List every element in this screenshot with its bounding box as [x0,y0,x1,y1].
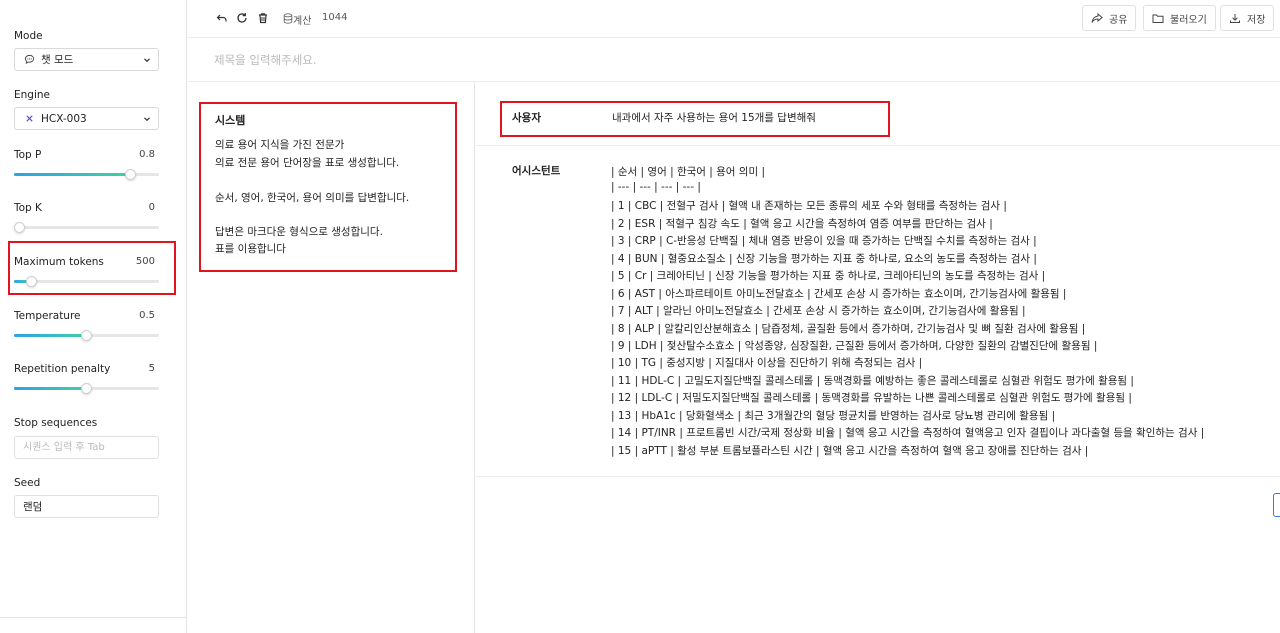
trash-icon[interactable] [256,11,270,25]
save-label: 저장 [1247,14,1266,26]
chat-bubble-icon [23,54,35,66]
mode-value: 챗 모드 [41,54,74,66]
assistant-role-label: 어시스턴트 [512,165,561,177]
stop-sequences-input[interactable] [14,436,159,459]
top-k-slider-handle[interactable] [14,222,25,233]
highlight-box-system [199,102,457,272]
top-p-slider-handle[interactable] [124,169,136,180]
load-label: 불러오기 [1170,14,1207,26]
share-button[interactable]: 공유 [1082,5,1137,31]
assistant-table-line: | 7 | ALT | 알라닌 아미노전달효소 | 간세포 손상 시 증가하는 … [611,305,1026,317]
repetition-penalty-label: Repetition penalty [14,363,111,375]
undo-icon[interactable] [215,11,229,25]
stop-sequences-label: Stop sequences [14,417,98,429]
temperature-value: 0.5 [139,310,155,321]
chevron-down-icon [144,117,150,122]
assistant-table-line: | 8 | ALP | 알칼리인산분해효소 | 담즙정체, 골질환 등에서 증가… [611,323,1086,335]
mode-select[interactable]: 챗 모드 [14,48,159,71]
top-p-label: Top P [14,149,42,161]
engine-select[interactable]: HCX-003 [14,107,159,130]
settings-panel: Mode 챗 모드 Engine HCX-003 Top P 0.8 Top K… [0,0,187,633]
top-k-value: 0 [148,202,155,213]
assistant-table-line: | 13 | HbA1c | 당화혈색소 | 최근 3개월간의 혈당 평균치를 … [611,410,1056,422]
highlight-box-user [500,101,890,137]
seed-value: 랜덤 [23,501,43,513]
assistant-table-line: | 9 | LDH | 젖산탈수소효소 | 악성종양, 심장질환, 근질환 등에… [611,340,1098,352]
assistant-table-line: | 순서 | 영어 | 한국어 | 용어 의미 | [611,166,765,178]
top-p-slider-fill [14,173,130,176]
repetition-penalty-slider[interactable] [14,383,159,394]
repetition-penalty-value: 5 [148,363,155,374]
assistant-table-line: | 12 | LDL-C | 저밀도지질단백질 콜레스테롤 | 동맥경화를 유발… [611,392,1132,404]
assistant-table-line: | 6 | AST | 아스파르테이트 아미노전달효소 | 간세포 손상 시 증… [611,288,1067,300]
load-button[interactable]: 불러오기 [1143,5,1216,31]
seed-input[interactable]: 랜덤 [14,495,159,518]
assistant-table-line: | 4 | BUN | 혈중요소질소 | 신장 기능을 평가하는 지표 중 하나… [611,253,1037,265]
seed-label: Seed [14,477,41,489]
temperature-slider-fill [14,334,87,337]
download-icon [1230,13,1240,23]
refresh-icon[interactable] [235,11,249,25]
chevron-down-icon [144,58,150,63]
top-p-slider[interactable] [14,169,159,180]
assistant-table-line: | 14 | PT/INR | 프로트롬빈 시간/국제 정상화 비율 | 혈액 … [611,427,1205,439]
engine-label: Engine [14,89,50,101]
top-p-value: 0.8 [139,149,155,160]
assistant-table-line: | 15 | aPTT | 활성 부분 트롬보플라스틴 시간 | 혈액 응고 시… [611,445,1089,457]
save-button[interactable]: 저장 [1220,5,1275,31]
assistant-table-line: | --- | --- | --- | --- | [611,181,701,193]
folder-icon [1152,14,1164,23]
temperature-slider[interactable] [14,330,159,341]
repetition-penalty-slider-fill [14,387,87,390]
engine-value: HCX-003 [41,112,87,125]
x-mark-icon [23,113,35,125]
temperature-slider-handle[interactable] [81,330,92,341]
title-bar [188,38,1280,82]
top-k-label: Top K [14,202,42,214]
title-input[interactable] [214,50,814,70]
add-message-button[interactable] [1273,493,1280,517]
assistant-divider [476,476,1280,477]
calc-value: 1044 [322,12,348,23]
temperature-label: Temperature [14,310,81,322]
highlight-box-max-tokens [8,241,176,295]
calc-label: 계산 [293,16,312,27]
top-k-slider[interactable] [14,222,159,233]
mode-label: Mode [14,30,43,42]
assistant-table-line: | 5 | Cr | 크레아티닌 | 신장 기능을 평가하는 지표 중 하나로,… [611,270,1046,282]
top-toolbar: 계산 1044 공유 불러오기 저장 [188,0,1280,38]
assistant-table-line: | 1 | CBC | 전혈구 검사 | 혈액 내 존재하는 모든 종류의 세포… [611,200,1007,212]
share-label: 공유 [1109,14,1128,26]
assistant-table-line: | 10 | TG | 중성지방 | 지질대사 이상을 진단하기 위해 측정되는… [611,357,923,369]
repetition-penalty-slider-handle[interactable] [81,383,92,394]
panel-divider [0,617,186,618]
assistant-table-line: | 3 | CRP | C-반응성 단백질 | 체내 염증 반응이 있을 때 증… [611,235,1037,247]
assistant-table-line: | 11 | HDL-C | 고밀도지질단백질 콜레스테롤 | 동맥경화를 예방… [611,375,1134,387]
share-icon [1091,12,1103,23]
assistant-table-line: | 2 | ESR | 적혈구 침강 속도 | 혈액 응고 시간을 측정하여 염… [611,218,993,230]
